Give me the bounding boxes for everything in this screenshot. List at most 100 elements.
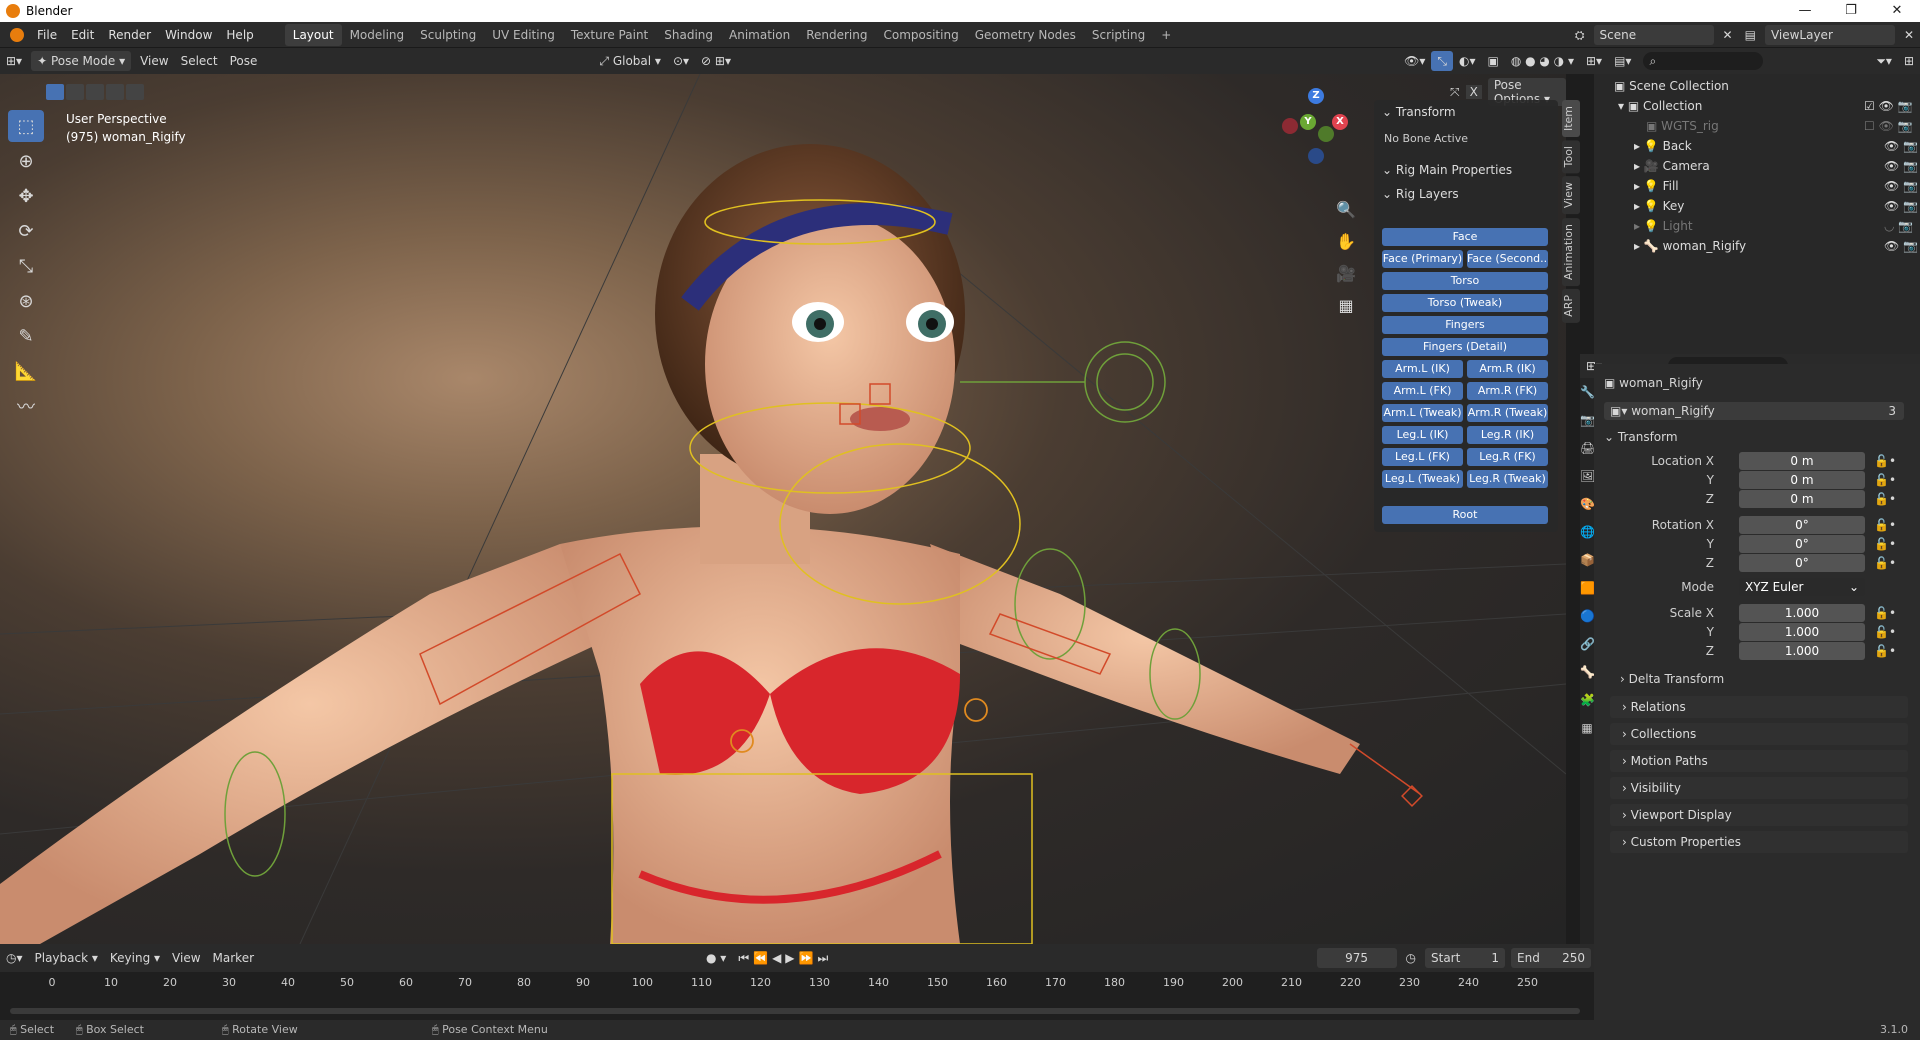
timeline-scrollbar[interactable]	[10, 1008, 1580, 1014]
rotation-y-field[interactable]: 0°	[1739, 535, 1865, 553]
layer-leg-l-ik[interactable]: Leg.L (IK)	[1382, 426, 1463, 444]
layer-arm-r-ik[interactable]: Arm.R (IK)	[1467, 360, 1548, 378]
tab-layout[interactable]: Layout	[284, 23, 342, 46]
select-intersect-icon[interactable]	[126, 84, 144, 100]
scale-y-field[interactable]: 1.000	[1739, 623, 1865, 641]
view-layer-icon[interactable]: ▤	[1739, 25, 1762, 45]
menu-file[interactable]: File	[30, 22, 64, 48]
annotate-tool-icon[interactable]: ✎	[8, 320, 44, 352]
select-new-icon[interactable]	[46, 84, 64, 100]
blender-menu-icon[interactable]	[10, 27, 24, 42]
layer-leg-l-tweak[interactable]: Leg.L (Tweak)	[1382, 470, 1463, 488]
section-visibility[interactable]: › Visibility	[1610, 777, 1908, 799]
tab-view[interactable]: View	[1562, 176, 1580, 215]
playback-menu[interactable]: Playback ▾	[29, 948, 104, 968]
menu-pose[interactable]: Pose	[224, 51, 264, 71]
start-frame-field[interactable]: Start 1	[1425, 948, 1505, 968]
location-y-field[interactable]: 0 m	[1739, 471, 1865, 489]
relax-pose-tool-icon[interactable]: 〰	[8, 390, 44, 422]
move-tool-icon[interactable]: ✥	[8, 180, 44, 212]
select-invert-icon[interactable]	[106, 84, 124, 100]
filter-icon[interactable]: ⏷▾	[1870, 51, 1898, 71]
layer-leg-r-tweak[interactable]: Leg.R (Tweak)	[1467, 470, 1548, 488]
tab-rendering[interactable]: Rendering	[798, 24, 875, 46]
lock-icon[interactable]: 🔓•	[1874, 471, 1896, 489]
delta-transform-header[interactable]: › Delta Transform	[1620, 670, 1724, 688]
layer-fingers-detail[interactable]: Fingers (Detail)	[1382, 338, 1548, 356]
new-collection-icon[interactable]: ⊞	[1898, 51, 1920, 71]
scene-close-icon[interactable]: ✕	[1717, 25, 1739, 45]
playback-controls[interactable]: ⏮⏪◀▶⏩⏭	[732, 948, 838, 968]
tab-compositing[interactable]: Compositing	[875, 24, 966, 46]
view-layer-field[interactable]: ViewLayer	[1764, 24, 1895, 45]
timeline-view-menu[interactable]: View	[166, 948, 206, 968]
camera-view-icon[interactable]: 🎥	[1334, 258, 1358, 290]
tab-sculpting[interactable]: Sculpting	[412, 24, 484, 46]
gizmo-neg-z[interactable]	[1308, 148, 1324, 164]
collection-row[interactable]: ▾ ▣ Collection ☑ 👁 📷	[1594, 96, 1920, 116]
visibility-icons[interactable]: 👁 📷	[1884, 136, 1918, 156]
gizmo-x-axis[interactable]: X	[1332, 114, 1348, 130]
section-custom-properties[interactable]: › Custom Properties	[1610, 831, 1908, 853]
visibility-icons[interactable]: 👁 📷	[1884, 196, 1918, 216]
tab-tool[interactable]: Tool	[1562, 140, 1580, 174]
visibility-icons[interactable]: 👁 📷	[1884, 156, 1918, 176]
pin-icon[interactable]: ⤧	[1450, 85, 1460, 100]
scene-icon[interactable]: ⛭	[1569, 25, 1591, 45]
current-frame-field[interactable]: 975	[1316, 948, 1397, 968]
lock-icon[interactable]: 🔓•	[1874, 604, 1896, 622]
section-relations[interactable]: › Relations	[1610, 696, 1908, 718]
outliner-item-woman-rigify[interactable]: ▸ 🦴 woman_Rigify 👁 📷	[1594, 236, 1920, 256]
mode-dropdown[interactable]: ✦ Pose Mode ▾	[31, 51, 132, 71]
layer-face-secondary[interactable]: Face (Second...	[1467, 250, 1548, 268]
outliner-item-key[interactable]: ▸ 💡 Key 👁 📷	[1594, 196, 1920, 216]
lock-icon[interactable]: 🔓•	[1874, 490, 1896, 508]
section-motion-paths[interactable]: › Motion Paths	[1610, 750, 1908, 772]
ortho-grid-icon[interactable]: ▦	[1334, 290, 1358, 322]
tab-scripting[interactable]: Scripting	[1084, 24, 1153, 46]
add-workspace-button[interactable]: +	[1153, 24, 1179, 46]
overlay-icon[interactable]: ◐▾	[1453, 51, 1482, 71]
select-subtract-icon[interactable]	[86, 84, 104, 100]
data-block-field[interactable]: ▣▾ woman_Rigify 3	[1604, 402, 1904, 420]
visibility-icons[interactable]: ☐ 👁 📷	[1864, 116, 1913, 136]
minimize-button[interactable]: —	[1782, 0, 1828, 22]
layer-torso-tweak[interactable]: Torso (Tweak)	[1382, 294, 1548, 312]
properties-tabs[interactable]: 🔧 📷 🖨 🖼 🎨 🌐 📦 🟧 🔵 🔗 🦴 🧩 ▦	[1580, 378, 1595, 742]
outliner-item-light[interactable]: ▸ 💡 Light ◡ 📷	[1594, 216, 1920, 236]
navigation-gizmo[interactable]: Z X Y	[1272, 86, 1362, 176]
visibility-icons[interactable]: ☑ 👁 📷	[1864, 96, 1913, 116]
gizmo-y-axis[interactable]: Y	[1300, 114, 1316, 130]
tab-item[interactable]: Item	[1562, 100, 1580, 138]
tab-shading[interactable]: Shading	[656, 24, 721, 46]
rig-layers-header[interactable]: ⌄ Rig Layers	[1374, 182, 1558, 206]
lock-icon[interactable]: 🔓•	[1874, 623, 1896, 641]
layer-arm-l-tweak[interactable]: Arm.L (Tweak)	[1382, 404, 1463, 422]
display-mode-icon[interactable]: ▤▾	[1608, 51, 1637, 71]
editor-type-icon[interactable]: ⊞▾	[0, 51, 28, 71]
lock-icon[interactable]: 🔓•	[1874, 452, 1896, 470]
rig-main-header[interactable]: ⌄ Rig Main Properties	[1374, 158, 1558, 182]
outliner-item-back[interactable]: ▸ 💡 Back 👁 📷	[1594, 136, 1920, 156]
tab-geometry-nodes[interactable]: Geometry Nodes	[967, 24, 1084, 46]
tab-animation-sidebar[interactable]: Animation	[1562, 217, 1580, 286]
lock-icon[interactable]: 🔓•	[1874, 535, 1896, 553]
timeline-ruler[interactable]: 0 10 20 30 40 50 60 70 80 90 100 110 120 130 140 150 160…	[0, 976, 1594, 994]
gizmo-neg-x[interactable]	[1282, 118, 1298, 134]
transform-tool-icon[interactable]: ⊛	[8, 285, 44, 317]
scale-tool-icon[interactable]: ⤡	[8, 250, 44, 282]
scene-field[interactable]: Scene	[1593, 24, 1714, 45]
gizmo-neg-y[interactable]	[1318, 126, 1334, 142]
menu-select[interactable]: Select	[175, 51, 224, 71]
location-z-field[interactable]: 0 m	[1739, 490, 1865, 508]
tab-animation[interactable]: Animation	[721, 24, 798, 46]
gizmo-toggle-icon[interactable]: ⤡	[1431, 51, 1453, 71]
layer-face-primary[interactable]: Face (Primary)	[1382, 250, 1463, 268]
layer-root[interactable]: Root	[1382, 506, 1548, 524]
close-window-button[interactable]: ✕	[1874, 0, 1920, 22]
pan-hand-icon[interactable]: ✋	[1334, 226, 1358, 258]
auto-key-icon[interactable]: ● ▾	[700, 948, 732, 968]
layer-leg-r-ik[interactable]: Leg.R (IK)	[1467, 426, 1548, 444]
mirror-x-toggle[interactable]: X	[1465, 85, 1482, 99]
keying-menu[interactable]: Keying ▾	[104, 948, 166, 968]
